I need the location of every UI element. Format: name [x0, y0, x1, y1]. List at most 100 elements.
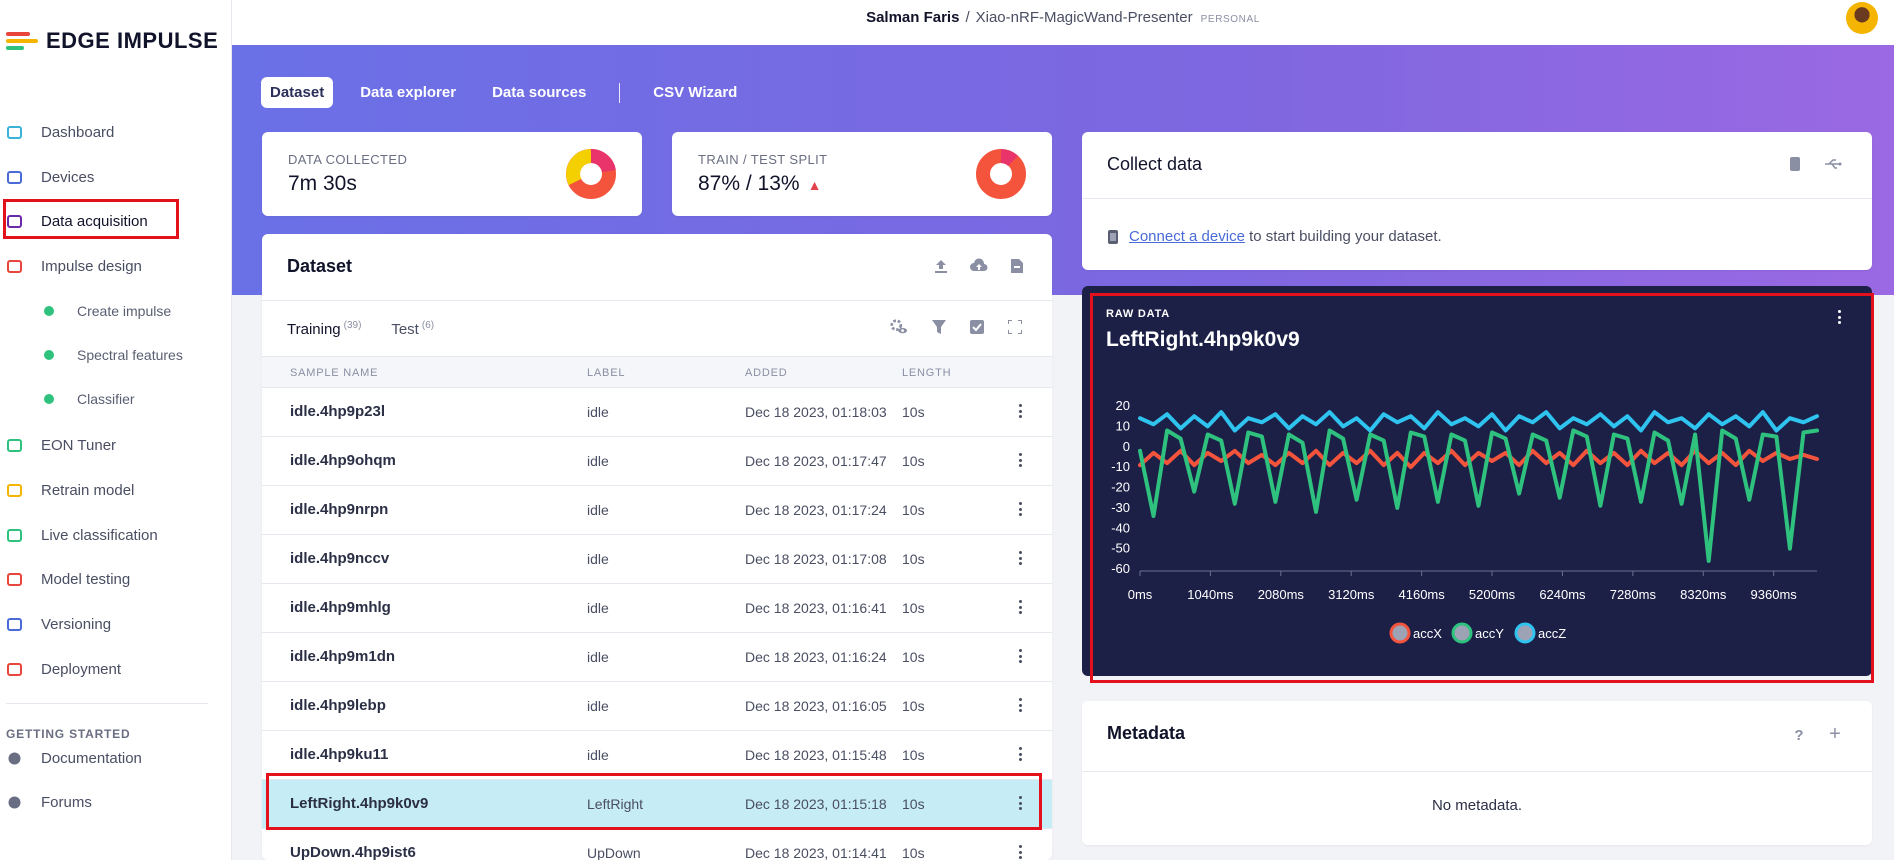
table-row[interactable]: idle.4hp9p23l idle Dec 18 2023, 01:18:03 10… [262, 388, 1052, 437]
sidebar-item-live-classification[interactable]: Live classification [0, 515, 232, 555]
sidebar-item-dashboard[interactable]: Dashboard [0, 112, 232, 152]
x-tick-label: 7280ms [1610, 587, 1657, 602]
added-cell: Dec 18 2023, 01:18:03 [745, 404, 887, 420]
row-menu-icon[interactable] [1018, 404, 1022, 418]
sidebar-item-deployment[interactable]: Deployment [0, 649, 232, 689]
row-menu-icon[interactable] [1018, 502, 1022, 516]
connect-device-link[interactable]: Connect a device [1129, 228, 1245, 245]
sidebar-item-forums[interactable]: Forums [0, 782, 232, 822]
sidebar-item-label: Devices [41, 168, 95, 186]
y-tick-label: 20 [1116, 398, 1130, 413]
legend-marker-accZ[interactable] [1514, 622, 1536, 644]
column-added[interactable]: ADDED [745, 367, 788, 379]
table-row[interactable]: idle.4hp9m1dn idle Dec 18 2023, 01:16:24 10… [262, 633, 1052, 682]
row-menu-icon[interactable] [1018, 600, 1022, 614]
row-menu-icon[interactable] [1018, 698, 1022, 712]
tab-data-sources[interactable]: Data sources [483, 77, 595, 108]
tab-divider [619, 82, 621, 103]
sidebar-item-create-impulse[interactable]: Create impulse [0, 291, 232, 331]
device-chip-icon[interactable] [1786, 155, 1804, 173]
row-menu-icon[interactable] [1018, 649, 1022, 663]
x-tick-label: 6240ms [1539, 587, 1586, 602]
label-cell: idle [587, 649, 609, 665]
sidebar-item-versioning[interactable]: Versioning [0, 604, 232, 644]
chip-icon [1108, 229, 1118, 244]
column-label[interactable]: LABEL [587, 367, 625, 379]
edge-impulse-logo[interactable]: EDGE IMPULSE [6, 28, 218, 54]
select-checkbox-icon[interactable] [968, 318, 986, 336]
breadcrumb-project[interactable]: Xiao-nRF-MagicWand-Presenter [976, 9, 1193, 26]
y-tick-label: -20 [1111, 480, 1130, 495]
sidebar-item-model-testing[interactable]: Model testing [0, 559, 232, 599]
legend-marker-accY[interactable] [1451, 622, 1473, 644]
legend-label-accX[interactable]: accX [1413, 626, 1442, 641]
sidebar-item-classifier[interactable]: Classifier [0, 379, 232, 419]
database-icon [6, 213, 22, 229]
length-cell: 10s [902, 404, 925, 420]
sidebar-item-eon-tuner[interactable]: EON Tuner [0, 425, 232, 465]
table-row[interactable]: idle.4hp9ku11 idle Dec 18 2023, 01:15:48 10… [262, 731, 1052, 780]
logo-text: EDGE IMPULSE [46, 28, 219, 53]
top-bar: Salman Faris / Xiao-nRF-MagicWand-Presente… [232, 0, 1894, 45]
sidebar-item-devices[interactable]: Devices [0, 157, 232, 197]
legend-label-accZ[interactable]: accZ [1538, 626, 1566, 641]
warning-icon[interactable]: ▲ [808, 177, 822, 193]
column-sample-name[interactable]: SAMPLE NAME [290, 367, 378, 379]
tab-dataset[interactable]: Dataset [261, 77, 334, 108]
length-cell: 10s [902, 796, 925, 812]
split-value-wrap: 87% / 13% ▲ [698, 172, 821, 196]
table-row[interactable]: idle.4hp9ohqm idle Dec 18 2023, 01:17:47 10… [262, 437, 1052, 486]
table-row[interactable]: idle.4hp9nrpn idle Dec 18 2023, 01:17:24 10… [262, 486, 1052, 535]
sidebar-item-documentation[interactable]: Documentation [0, 738, 232, 778]
row-menu-icon[interactable] [1018, 551, 1022, 565]
tab-data-explorer[interactable]: Data explorer [351, 77, 465, 108]
subtab-training[interactable]: Training (39) [287, 320, 361, 338]
sidebar-item-spectral-features[interactable]: Spectral features [0, 335, 232, 375]
tab-csv-wizard[interactable]: CSV Wizard [644, 77, 746, 108]
row-menu-icon[interactable] [1018, 796, 1022, 810]
row-menu-icon[interactable] [1018, 747, 1022, 761]
table-row[interactable]: idle.4hp9nccv idle Dec 18 2023, 01:17:08 10… [262, 535, 1052, 584]
column-length[interactable]: LENGTH [902, 367, 951, 379]
row-menu-icon[interactable] [1018, 453, 1022, 467]
split-pie-icon [976, 149, 1026, 199]
project-badge: PERSONAL [1200, 14, 1260, 25]
sidebar-item-retrain-model[interactable]: Retrain model [0, 470, 232, 510]
x-tick-label: 4160ms [1399, 587, 1446, 602]
sample-name-cell: idle.4hp9nrpn [290, 501, 389, 518]
added-cell: Dec 18 2023, 01:16:41 [745, 600, 887, 616]
added-cell: Dec 18 2023, 01:16:05 [745, 698, 887, 714]
legend-label-accY[interactable]: accY [1475, 626, 1504, 641]
metadata-title: Metadata [1107, 723, 1186, 743]
sidebar-item-impulse-design[interactable]: Impulse design [0, 246, 232, 286]
table-row[interactable]: idle.4hp9mhlg idle Dec 18 2023, 01:16:41 10… [262, 584, 1052, 633]
table-row[interactable]: UpDown.4hp9ist6 UpDown Dec 18 2023, 01:14:… [262, 829, 1052, 860]
table-header: SAMPLE NAME LABEL ADDED LENGTH [262, 356, 1052, 388]
y-tick-label: -40 [1111, 520, 1130, 535]
label-cell: LeftRight [587, 796, 644, 812]
table-row[interactable]: idle.4hp9lebp idle Dec 18 2023, 01:16:05 10… [262, 682, 1052, 731]
sidebar-item-label: Classifier [77, 391, 135, 407]
y-tick-label: -30 [1111, 500, 1130, 515]
upload-icon[interactable] [932, 257, 950, 275]
export-file-icon[interactable] [1008, 257, 1026, 275]
usb-icon[interactable] [1824, 155, 1842, 173]
expand-icon[interactable] [1006, 318, 1024, 336]
collect-text-wrap: Connect a device to start building your … [1129, 228, 1442, 245]
subtab-test[interactable]: Test (6) [391, 320, 434, 338]
settings-visibility-icon[interactable] [890, 318, 908, 336]
breadcrumb-user[interactable]: Salman Faris [866, 9, 959, 26]
legend-marker-accX[interactable] [1389, 622, 1411, 644]
filter-icon[interactable] [930, 318, 948, 336]
avatar[interactable] [1846, 2, 1878, 34]
add-icon[interactable]: + [1826, 723, 1844, 745]
collect-divider [1082, 198, 1872, 199]
table-row[interactable]: LeftRight.4hp9k0v9 LeftRight Dec 18 2023, … [262, 780, 1052, 829]
chat-icon [6, 794, 22, 810]
help-icon[interactable]: ? [1790, 726, 1808, 744]
sidebar-item-data-acquisition[interactable]: Data acquisition [0, 201, 232, 241]
cloud-upload-icon[interactable] [970, 257, 988, 275]
row-menu-icon[interactable] [1018, 845, 1022, 859]
label-cell: idle [587, 600, 609, 616]
sidebar-item-label: Retrain model [41, 481, 135, 499]
